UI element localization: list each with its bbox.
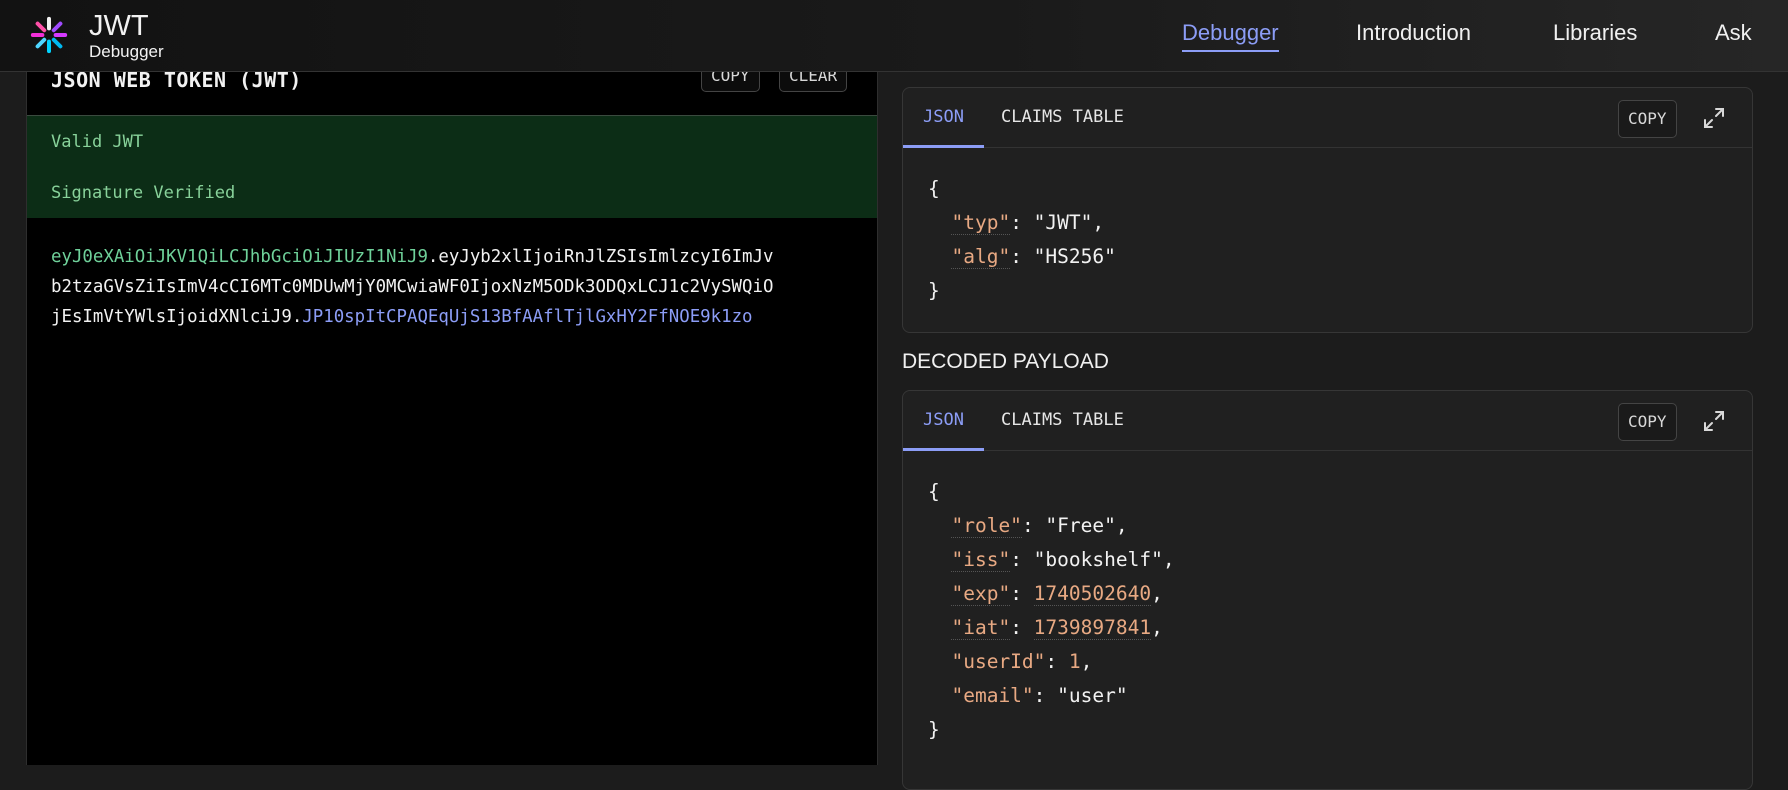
json-value-typ: "JWT"	[1033, 211, 1093, 234]
header-tab-json[interactable]: JSON	[903, 88, 984, 148]
nav-introduction[interactable]: Introduction	[1356, 20, 1471, 46]
expand-icon[interactable]	[1702, 106, 1726, 130]
nav-debugger[interactable]: Debugger	[1182, 20, 1279, 52]
json-key-role: "role"	[951, 514, 1022, 538]
json-key-iss: "iss"	[951, 548, 1011, 572]
token-payload-segment-3: jEsImVtYWlsIjoidXNlciJ9	[51, 307, 292, 327]
json-key-userid: "userId"	[951, 650, 1046, 673]
valid-jwt-status: Valid JWT	[51, 132, 144, 152]
decoded-header-panel: JSON CLAIMS TABLE COPY { "typ": "JWT", "…	[902, 87, 1753, 333]
json-key-typ: "typ"	[951, 211, 1011, 235]
json-open-brace: {	[928, 177, 940, 200]
json-value-email: "user"	[1057, 684, 1128, 707]
payload-tab-claims-table[interactable]: CLAIMS TABLE	[1001, 391, 1124, 451]
token-dot: .	[427, 247, 439, 267]
header-tab-bar: JSON CLAIMS TABLE COPY	[903, 88, 1752, 148]
payload-tab-json[interactable]: JSON	[903, 391, 984, 451]
json-value-iat: 1739897841	[1033, 616, 1152, 640]
json-close-brace: }	[928, 718, 940, 741]
expand-icon[interactable]	[1702, 409, 1726, 433]
encoded-token-input[interactable]: eyJ0eXAiOiJKV1QiLCJhbGciOiJIUzI1NiJ9.eyJ…	[51, 242, 861, 332]
header-tab-claims-table[interactable]: CLAIMS TABLE	[1001, 88, 1124, 148]
brand-title: JWT	[89, 10, 149, 42]
brand-subtitle: Debugger	[89, 42, 164, 61]
json-key-email: "email"	[951, 684, 1034, 707]
payload-json-code: { "role": "Free", "iss": "bookshelf", "e…	[928, 480, 1175, 741]
validation-status-box: Valid JWT Signature Verified	[27, 115, 877, 218]
json-value-userid: 1	[1068, 650, 1081, 673]
json-key-iat: "iat"	[951, 616, 1011, 640]
jwt-logo-icon[interactable]	[30, 16, 68, 54]
token-dot: .	[291, 307, 303, 327]
token-header-segment: eyJ0eXAiOiJKV1QiLCJhbGciOiJIUzI1NiJ9	[51, 247, 428, 267]
nav-ask[interactable]: Ask	[1715, 20, 1752, 46]
token-payload-segment-1: eyJyb2xlIjoiRnJlZSIsImlzcyI6ImJv	[438, 247, 774, 267]
json-open-brace: {	[928, 480, 940, 503]
json-value-role: "Free"	[1045, 514, 1116, 537]
signature-verified-status: Signature Verified	[51, 183, 236, 203]
json-key-alg: "alg"	[951, 245, 1011, 269]
token-signature-segment: JP10spItCPAQEqUjS13BfAAflTjlGxHY2FfNOE9k…	[302, 307, 753, 327]
json-key-exp: "exp"	[951, 582, 1011, 606]
copy-header-button[interactable]: COPY	[1618, 100, 1677, 138]
token-payload-segment-2: b2tzaGVsZiIsImV4cCI6MTc0MDUwMjY0MCwiaWF0…	[51, 277, 774, 297]
payload-tab-bar: JSON CLAIMS TABLE COPY	[903, 391, 1752, 451]
json-close-brace: }	[928, 279, 940, 302]
decoded-payload-label: DECODED PAYLOAD	[902, 350, 1109, 373]
json-value-alg: "HS256"	[1033, 245, 1116, 268]
json-value-exp: 1740502640	[1033, 582, 1152, 606]
json-value-iss: "bookshelf"	[1033, 548, 1163, 571]
copy-payload-button[interactable]: COPY	[1618, 403, 1677, 441]
top-nav-bar: JWT Debugger Debugger Introduction Libra…	[0, 0, 1788, 72]
encoded-token-pane: JSON WEB TOKEN (JWT) COPY CLEAR Valid JW…	[26, 60, 878, 765]
decoded-payload-panel: JSON CLAIMS TABLE COPY { "role": "Free",…	[902, 390, 1753, 790]
header-json-code: { "typ": "JWT", "alg": "HS256" }	[928, 177, 1116, 302]
nav-libraries[interactable]: Libraries	[1553, 20, 1637, 46]
